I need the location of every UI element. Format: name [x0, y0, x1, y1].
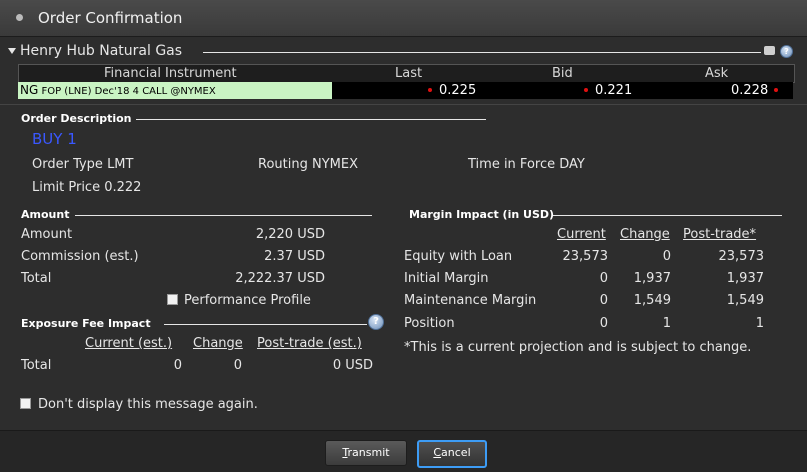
- time-in-force: Time in Force DAY: [468, 157, 585, 172]
- margin-impact-title: Margin Impact (in USD): [409, 208, 555, 221]
- margin-row-post: 1: [755, 316, 764, 331]
- dont-display-checkbox[interactable]: [20, 398, 31, 409]
- margin-row-change: 1,549: [633, 293, 671, 308]
- margin-row-post: 1,937: [726, 271, 764, 286]
- exposure-col-change: Change: [193, 336, 243, 351]
- ask-value: 0.228: [731, 83, 769, 98]
- exposure-col-post: Post-trade (est.): [257, 336, 362, 351]
- performance-profile-label[interactable]: Performance Profile: [184, 293, 311, 308]
- margin-note: *This is a current projection and is sub…: [404, 340, 752, 355]
- margin-row-label: Equity with Loan: [404, 249, 513, 264]
- margin-row-change: 0: [662, 249, 671, 264]
- margin-row-current: 0: [599, 316, 608, 331]
- amount-title: Amount: [21, 208, 70, 221]
- exposure-post: 0 USD: [332, 358, 373, 373]
- limit-price: Limit Price 0.222: [32, 180, 142, 195]
- cancel-label: ancel: [441, 446, 471, 459]
- margin-row-label: Maintenance Margin: [404, 293, 537, 308]
- exposure-total-label: Total: [21, 358, 52, 373]
- exposure-change: 0: [233, 358, 242, 373]
- margin-row-current: 0: [599, 271, 608, 286]
- amount-value: 2,220 USD: [255, 227, 325, 242]
- window-menu-icon[interactable]: [16, 14, 23, 21]
- margin-col-current: Current: [557, 227, 606, 242]
- instrument-cell[interactable]: NG FOP (LNE) Dec'18 4 CALL @NYMEX: [18, 82, 332, 99]
- dont-display-label[interactable]: Don't display this message again.: [38, 397, 258, 412]
- margin-row-change: 1: [662, 316, 671, 331]
- col-ask: Ask: [705, 66, 729, 81]
- cancel-accesskey: C: [433, 446, 442, 459]
- divider: [553, 215, 782, 216]
- help-icon[interactable]: ?: [780, 45, 793, 58]
- window-title: Order Confirmation: [38, 9, 183, 27]
- last-cell: 0.225: [428, 82, 476, 99]
- routing: Routing NYMEX: [258, 157, 358, 172]
- order-type: Order Type LMT: [32, 157, 134, 172]
- commission-label: Commission (est.): [21, 249, 139, 264]
- bid-cell: 0.221: [584, 82, 632, 99]
- margin-row-current: 0: [599, 293, 608, 308]
- margin-col-post: Post-trade*: [683, 227, 757, 242]
- margin-row-current: 23,573: [562, 249, 609, 264]
- margin-row-post: 1,549: [726, 293, 764, 308]
- divider: [75, 215, 372, 216]
- settings-icon[interactable]: [764, 46, 775, 55]
- last-value: 0.225: [439, 83, 477, 98]
- cancel-button[interactable]: Cancel: [417, 440, 487, 468]
- instrument-description: FOP (LNE) Dec'18 4 CALL @NYMEX: [41, 86, 216, 97]
- tick-dot-icon: [428, 87, 432, 92]
- instrument-group-title: Henry Hub Natural Gas: [20, 43, 183, 59]
- bid-value: 0.221: [595, 83, 633, 98]
- divider: [136, 119, 486, 120]
- divider: [203, 52, 761, 53]
- amount-label: Amount: [21, 227, 73, 242]
- exposure-fee-title: Exposure Fee Impact: [21, 317, 151, 330]
- title-bar[interactable]: Order Confirmation: [0, 0, 807, 37]
- col-bid: Bid: [552, 66, 573, 81]
- transmit-button[interactable]: Transmit: [325, 440, 407, 466]
- total-label: Total: [21, 271, 52, 286]
- order-action: BUY 1: [32, 130, 77, 148]
- margin-row-label: Position: [404, 316, 455, 331]
- margin-col-change: Change: [620, 227, 670, 242]
- tick-dot-icon: [584, 87, 588, 92]
- info-icon[interactable]: ?: [368, 314, 384, 330]
- col-last: Last: [395, 66, 423, 81]
- tick-dot-icon: [774, 87, 779, 92]
- quote-row[interactable]: NG FOP (LNE) Dec'18 4 CALL @NYMEX 0.225 …: [18, 82, 793, 99]
- exposure-col-current: Current (est.): [85, 336, 173, 351]
- performance-profile-checkbox[interactable]: [167, 294, 178, 305]
- margin-row-label: Initial Margin: [404, 271, 489, 286]
- quote-table-header: Financial Instrument Last Bid Ask: [18, 64, 795, 83]
- col-financial-instrument: Financial Instrument: [104, 66, 237, 81]
- margin-row-post: 23,573: [718, 249, 765, 264]
- margin-row-change: 1,937: [633, 271, 671, 286]
- total-value: 2,222.37 USD: [235, 271, 325, 286]
- transmit-label: ransmit: [347, 446, 390, 459]
- exposure-current: 0: [173, 358, 182, 373]
- collapse-triangle-icon[interactable]: [8, 48, 16, 54]
- order-description-title: Order Description: [21, 112, 132, 125]
- commission-value: 2.37 USD: [264, 249, 325, 264]
- ask-cell: 0.228: [731, 82, 779, 99]
- instrument-symbol: NG: [20, 83, 39, 97]
- divider: [164, 324, 367, 325]
- divider: [0, 104, 807, 105]
